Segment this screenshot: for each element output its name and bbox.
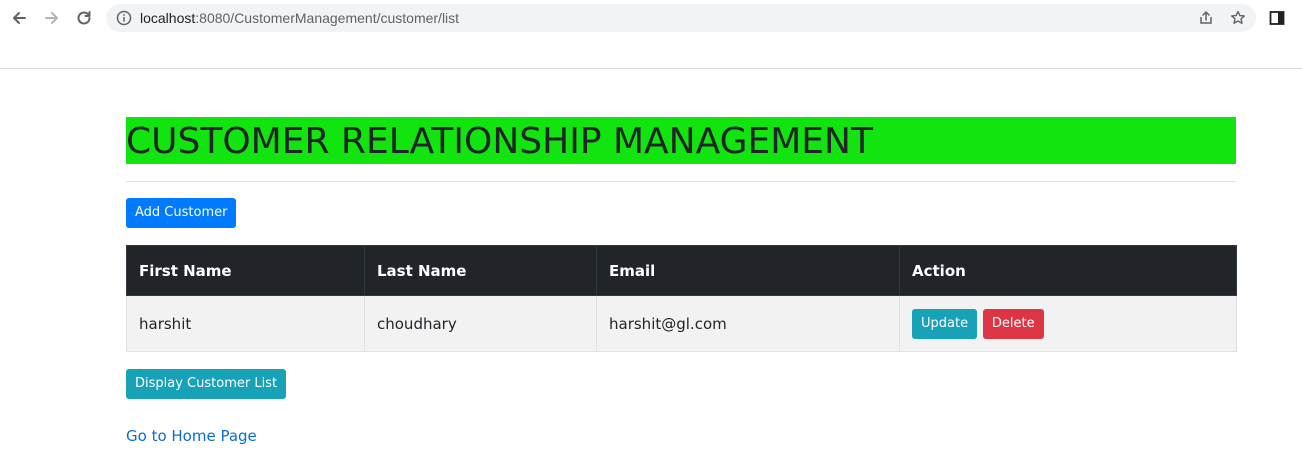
cell-last-name: choudhary <box>364 295 597 352</box>
home-page-link[interactable]: Go to Home Page <box>126 426 257 446</box>
header-email: Email <box>596 245 900 296</box>
back-button[interactable] <box>7 6 31 30</box>
reload-button[interactable] <box>72 6 96 30</box>
arrow-right-icon <box>45 12 58 24</box>
add-customer-button[interactable]: Add Customer <box>126 198 237 228</box>
info-icon[interactable] <box>116 10 132 26</box>
arrow-left-icon <box>13 12 26 24</box>
url-path: :8080/CustomerManagement/customer/list <box>195 10 460 26</box>
delete-button[interactable]: Delete <box>982 308 1044 339</box>
url-host: localhost <box>140 10 196 26</box>
header-last-name: Last Name <box>364 245 597 296</box>
divider <box>126 181 1236 182</box>
star-icon[interactable] <box>1230 10 1246 26</box>
header-action: Action <box>899 245 1237 296</box>
table-row: harshit choudhary harshit@gl.com Update … <box>126 295 1237 352</box>
browser-toolbar: localhost:8080/CustomerManagement/custom… <box>0 0 1302 69</box>
cell-first-name: harshit <box>126 295 365 352</box>
display-customer-list-button[interactable]: Display Customer List <box>126 369 287 399</box>
cell-email: harshit@gl.com <box>596 295 900 352</box>
url-text[interactable]: localhost:8080/CustomerManagement/custom… <box>140 10 459 26</box>
header-first-name: First Name <box>126 245 365 296</box>
side-panel-icon[interactable] <box>1268 9 1286 27</box>
customer-table: First Name Last Name Email Action harshi… <box>126 245 1237 352</box>
update-button[interactable]: Update <box>912 308 978 339</box>
share-icon[interactable] <box>1198 10 1214 26</box>
address-bar[interactable]: localhost:8080/CustomerManagement/custom… <box>106 4 1256 32</box>
cell-actions: Update Delete <box>899 295 1237 352</box>
table-header-row: First Name Last Name Email Action <box>126 245 1237 296</box>
reload-icon <box>77 11 91 25</box>
forward-button[interactable] <box>40 6 64 30</box>
page-title: CUSTOMER RELATIONSHIP MANAGEMENT <box>126 117 1236 164</box>
